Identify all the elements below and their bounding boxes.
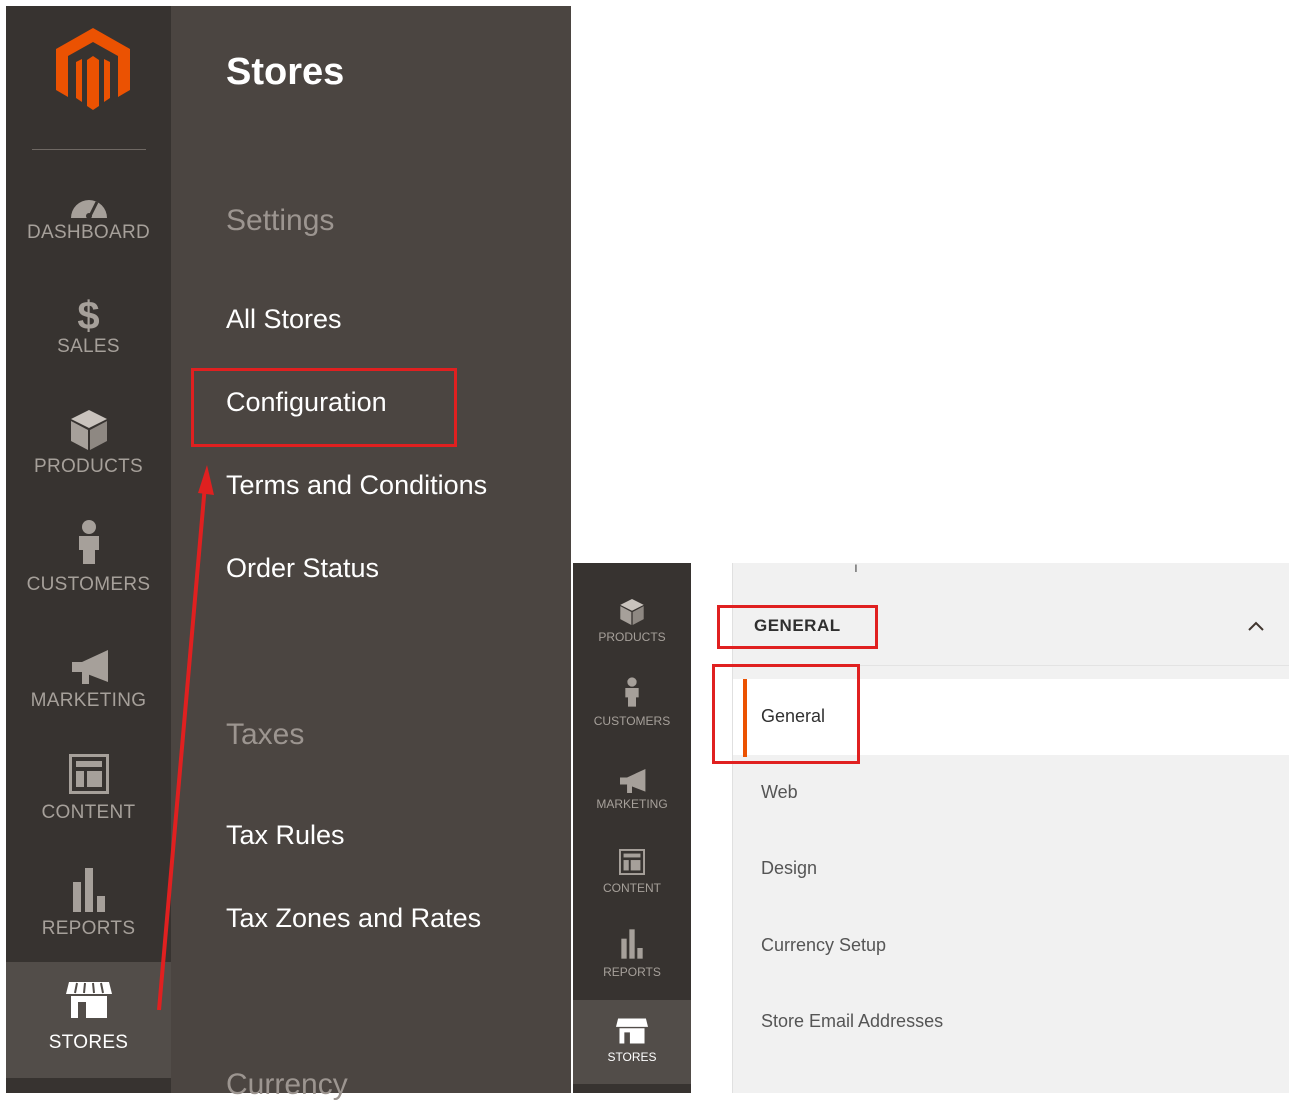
config-item-web[interactable]: Web [733,755,1289,831]
nav-item-reports[interactable]: REPORTS [6,864,171,974]
link-terms-and-conditions[interactable]: Terms and Conditions [226,470,487,501]
bar-chart-icon [6,864,171,912]
item-label: Store Email Addresses [761,1011,944,1031]
nav-item-reports[interactable]: REPORTS [573,927,691,1011]
dollar-icon: $ [77,294,100,338]
config-item-currency-setup[interactable]: Currency Setup [733,907,1289,983]
section-heading-currency: Currency [226,1068,348,1101]
person-icon [573,675,691,707]
nav-item-content[interactable]: CONTENT [573,843,691,927]
nav-label: MARKETING [596,797,668,811]
bar-chart-icon [573,927,691,959]
box-icon [6,402,171,450]
item-label: Web [761,782,798,802]
chevron-up-icon[interactable] [1246,619,1266,633]
nav-item-content[interactable]: CONTENT [6,746,171,856]
top-edge-fragment: ı [854,559,858,575]
highlight-general-item [712,664,860,764]
link-order-status[interactable]: Order Status [226,553,379,584]
box-icon [573,593,691,625]
admin-sidebar-small: PRODUCTS CUSTOMERS MARKETING CONTENT REP… [573,563,691,1093]
megaphone-icon [6,636,171,684]
nav-item-marketing[interactable]: MARKETING [6,636,171,746]
nav-item-dashboard[interactable]: DASHBOARD [6,172,171,282]
magento-logo[interactable] [56,28,130,110]
annotation-arrow [157,465,214,1011]
nav-label: MARKETING [30,690,147,711]
nav-item-stores[interactable]: STORES [6,962,171,1078]
nav-label: REPORTS [603,965,661,979]
storefront-icon [6,962,171,1018]
nav-label: CUSTOMERS [26,574,151,595]
megaphone-icon [573,761,691,793]
nav-item-sales[interactable]: $ SALES [6,288,171,398]
link-tax-rules[interactable]: Tax Rules [226,820,345,851]
nav-label: PRODUCTS [598,630,666,644]
nav-label: STORES [607,1050,657,1064]
dashboard-icon [6,172,171,220]
link-tax-zones-and-rates[interactable]: Tax Zones and Rates [226,903,481,934]
highlight-general-group [717,605,878,649]
config-item-store-email-addresses[interactable]: Store Email Addresses [733,983,1289,1059]
flyout-title: Stores [226,51,345,93]
link-all-stores[interactable]: All Stores [226,304,342,335]
admin-sidebar: DASHBOARD $ SALES PRODUCTS CUSTOMERS MAR… [6,6,171,1093]
nav-item-customers[interactable]: CUSTOMERS [6,516,171,626]
section-heading-taxes: Taxes [226,718,305,751]
nav-item-stores[interactable]: STORES [573,1000,691,1084]
nav-item-marketing[interactable]: MARKETING [573,761,691,845]
highlight-configuration [191,368,457,447]
nav-label: PRODUCTS [33,456,143,477]
nav-label: CONTENT [603,881,661,895]
nav-label: REPORTS [41,918,136,939]
layout-icon [573,843,691,875]
nav-label: CONTENT [41,802,136,823]
person-icon [6,516,171,564]
nav-item-products[interactable]: PRODUCTS [573,593,691,677]
config-item-design[interactable]: Design [733,831,1289,907]
nav-label: STORES [48,1032,129,1053]
item-label: Currency Setup [761,935,887,955]
nav-label: SALES [57,336,120,357]
nav-label: DASHBOARD [26,222,151,243]
logo-divider [32,149,146,150]
item-label: Design [761,858,818,878]
nav-item-customers[interactable]: CUSTOMERS [573,675,691,759]
layout-icon [6,746,171,794]
section-heading-settings: Settings [226,204,335,237]
storefront-icon [573,1000,691,1044]
stores-flyout-menu: Stores Settings All Stores Configuration… [171,6,571,1101]
nav-item-products[interactable]: PRODUCTS [6,402,171,512]
nav-label: CUSTOMERS [593,714,671,728]
